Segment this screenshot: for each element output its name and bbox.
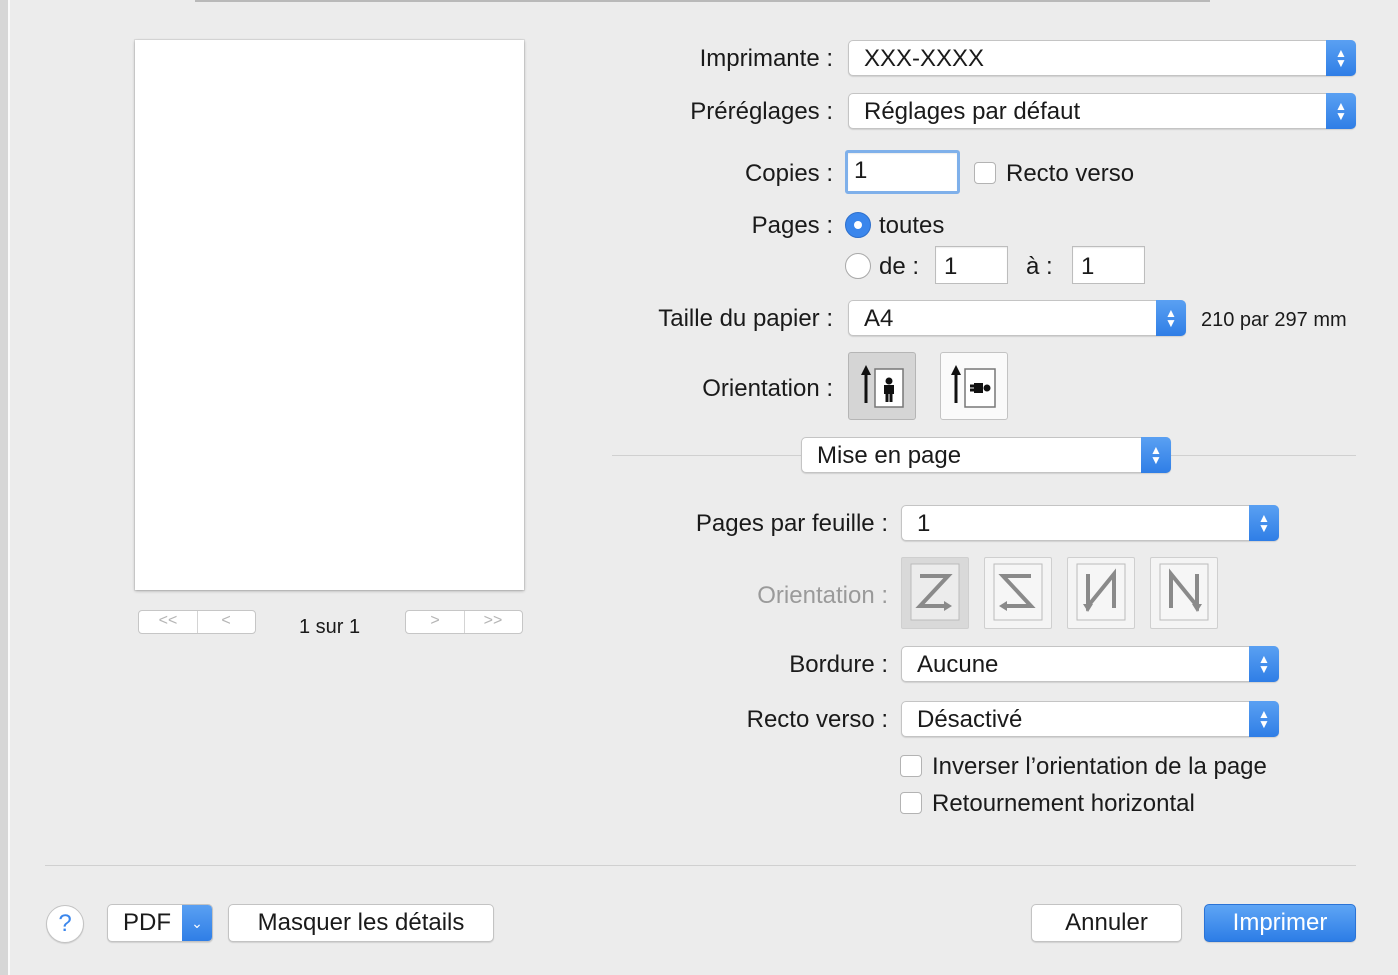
popup-arrows-icon: ▲ ▼	[1141, 437, 1171, 473]
orientation-label: Orientation :	[702, 375, 833, 402]
next-page-button[interactable]: >	[406, 611, 464, 633]
copies-label: Copies :	[744, 160, 833, 187]
reverse-n-order-icon	[1076, 563, 1126, 621]
flip-horizontal-label: Retournement horizontal	[932, 790, 1195, 817]
pages-to-value: 1	[1081, 253, 1095, 280]
window-edge	[0, 0, 8, 975]
last-page-button[interactable]: >>	[464, 611, 522, 633]
first-page-button[interactable]: <<	[139, 611, 197, 633]
two-sided-popup[interactable]: Désactivé ▲ ▼	[901, 701, 1279, 737]
layout-direction-n-button	[1150, 557, 1218, 629]
duplex-label: Recto verso	[1006, 160, 1135, 187]
previous-page-button[interactable]: <	[197, 611, 255, 633]
border-value: Aucune	[917, 651, 999, 678]
landscape-orientation-button[interactable]	[940, 352, 1008, 420]
reverse-orientation-label: Inverser l’orientation de la page	[932, 753, 1267, 780]
popup-arrows-icon: ▲ ▼	[1156, 300, 1186, 336]
help-button[interactable]: ?	[46, 905, 84, 943]
paper-size-popup[interactable]: A4 ▲ ▼	[848, 300, 1186, 336]
printer-label: Imprimante :	[699, 45, 833, 72]
pdf-menu-button[interactable]: PDF ⌄	[107, 904, 213, 942]
pages-all-radio[interactable]	[845, 212, 871, 238]
landscape-icon	[951, 365, 996, 408]
print-button[interactable]: Imprimer	[1204, 904, 1356, 942]
pages-per-sheet-label: Pages par feuille :	[695, 510, 888, 537]
duplex-checkbox[interactable]	[974, 162, 996, 184]
two-sided-label: Recto verso :	[746, 706, 888, 733]
z-order-icon	[910, 563, 960, 621]
popup-arrows-icon: ▲ ▼	[1326, 40, 1356, 76]
sheet-top-border	[195, 0, 1210, 2]
pages-per-sheet-popup[interactable]: 1 ▲ ▼	[901, 505, 1279, 541]
pages-from-field[interactable]: 1	[935, 246, 1008, 284]
printer-value: XXX-XXXX	[864, 45, 985, 72]
layout-direction-label: Orientation :	[757, 582, 888, 609]
portrait-orientation-button[interactable]	[848, 352, 916, 420]
preview-nav-forward: > >>	[405, 610, 523, 634]
section-menu-popup[interactable]: Mise en page ▲ ▼	[801, 437, 1171, 473]
border-label: Bordure :	[789, 651, 888, 678]
paper-size-label: Taille du papier :	[658, 305, 833, 332]
popup-arrows-icon: ▲ ▼	[1249, 646, 1279, 682]
two-sided-value: Désactivé	[917, 706, 1023, 733]
layout-direction-z-button	[901, 557, 969, 629]
pages-per-sheet-value: 1	[917, 510, 931, 537]
copies-field[interactable]: 1	[845, 150, 960, 194]
portrait-icon	[861, 365, 904, 408]
chevron-down-icon: ⌄	[182, 905, 212, 941]
paper-size-value: A4	[864, 305, 894, 332]
reverse-z-order-icon	[993, 563, 1043, 621]
copies-value: 1	[854, 157, 868, 184]
border-popup[interactable]: Aucune ▲ ▼	[901, 646, 1279, 682]
popup-arrows-icon: ▲ ▼	[1249, 505, 1279, 541]
reverse-orientation-checkbox[interactable]	[900, 755, 922, 777]
popup-arrows-icon: ▲ ▼	[1326, 93, 1356, 129]
pages-to-label: à :	[1026, 253, 1053, 280]
hide-details-button[interactable]: Masquer les détails	[228, 904, 494, 942]
pages-all-label: toutes	[879, 212, 945, 239]
footer-separator	[45, 865, 1356, 866]
pages-to-field[interactable]: 1	[1072, 246, 1145, 284]
pages-range-radio[interactable]	[845, 253, 871, 279]
presets-popup[interactable]: Réglages par défaut ▲ ▼	[848, 93, 1356, 129]
page-indicator: 1 sur 1	[299, 616, 361, 638]
pages-label: Pages :	[751, 212, 833, 239]
cancel-button[interactable]: Annuler	[1031, 904, 1182, 942]
presets-value: Réglages par défaut	[864, 98, 1081, 125]
presets-label: Préréglages :	[690, 98, 833, 125]
pages-from-value: 1	[944, 253, 958, 280]
printer-popup[interactable]: XXX-XXXX ▲ ▼	[848, 40, 1356, 76]
flip-horizontal-checkbox[interactable]	[900, 792, 922, 814]
n-order-icon	[1159, 563, 1209, 621]
pages-from-label: de :	[879, 253, 920, 280]
popup-arrows-icon: ▲ ▼	[1249, 701, 1279, 737]
pdf-label: PDF	[123, 909, 171, 936]
page-preview	[135, 40, 524, 590]
preview-nav-back: << <	[138, 610, 256, 634]
layout-direction-reverse-z-button	[984, 557, 1052, 629]
paper-dimensions: 210 par 297 mm	[1201, 309, 1347, 331]
window-edge-highlight	[8, 0, 10, 975]
section-menu-value: Mise en page	[817, 442, 962, 469]
layout-direction-reverse-n-button	[1067, 557, 1135, 629]
